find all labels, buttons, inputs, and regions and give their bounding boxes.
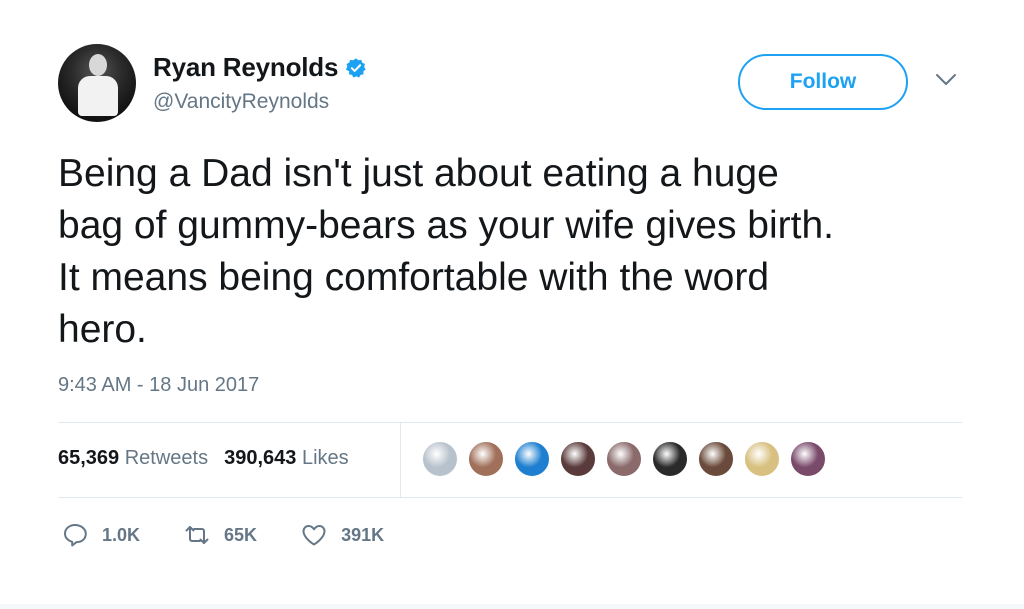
chevron-down-icon[interactable] <box>934 70 958 90</box>
likes-label: Likes <box>301 447 349 469</box>
tweet-line: hero. <box>58 308 147 351</box>
like-count: 391K <box>341 524 385 545</box>
follow-button[interactable]: Follow <box>738 54 908 110</box>
avatar-head <box>89 54 107 76</box>
liker-avatar[interactable] <box>467 440 505 478</box>
name-row: Ryan Reynolds <box>153 52 367 83</box>
heart-icon <box>302 525 326 546</box>
tweet-header: Ryan Reynolds @VancityReynolds Follow <box>58 44 978 124</box>
liker-avatar[interactable] <box>559 440 597 478</box>
tweet-line: It means being comfortable with the word <box>58 256 770 299</box>
retweet-count: 65K <box>224 524 258 545</box>
liker-avatar[interactable] <box>421 440 459 478</box>
verified-badge-icon <box>346 57 366 77</box>
avatar[interactable] <box>58 44 136 122</box>
liker-avatar[interactable] <box>651 440 689 478</box>
liker-avatar[interactable] <box>605 440 643 478</box>
retweet-icon <box>185 526 209 544</box>
reply-count: 1.0K <box>102 524 141 545</box>
reply-button[interactable]: 1.0K <box>62 522 140 548</box>
stats-divider <box>400 422 401 498</box>
liker-avatar[interactable] <box>513 440 551 478</box>
retweets-count: 65,369 <box>58 447 120 469</box>
bottom-edge <box>0 604 1024 609</box>
liker-avatar[interactable] <box>743 440 781 478</box>
tweet-timestamp[interactable]: 9:43 AM - 18 Jun 2017 <box>58 374 259 397</box>
divider <box>58 497 962 498</box>
display-name[interactable]: Ryan Reynolds <box>153 52 338 83</box>
likes-count: 390,643 <box>224 447 297 469</box>
divider <box>58 422 962 423</box>
liker-avatar[interactable] <box>697 440 735 478</box>
tweet-stats: 65,369 Retweets 390,643 Likes <box>58 447 365 470</box>
retweet-button[interactable]: 65K <box>184 522 257 548</box>
liker-avatars <box>421 440 835 478</box>
likes-stat[interactable]: 390,643 Likes <box>224 447 349 470</box>
like-button[interactable]: 391K <box>301 522 384 548</box>
user-handle[interactable]: @VancityReynolds <box>153 90 329 114</box>
retweets-stat[interactable]: 65,369 Retweets <box>58 447 208 470</box>
tweet-text: Being a Dad isn't just about eating a hu… <box>58 148 978 356</box>
tweet-line: Being a Dad isn't just about eating a hu… <box>58 152 779 195</box>
tweet-actions: 1.0K 65K 391K <box>62 522 428 548</box>
reply-icon <box>64 524 87 547</box>
retweets-label: Retweets <box>124 447 209 469</box>
tweet-line: bag of gummy-bears as your wife gives bi… <box>58 204 835 247</box>
avatar-body <box>78 76 118 116</box>
liker-avatar[interactable] <box>789 440 827 478</box>
